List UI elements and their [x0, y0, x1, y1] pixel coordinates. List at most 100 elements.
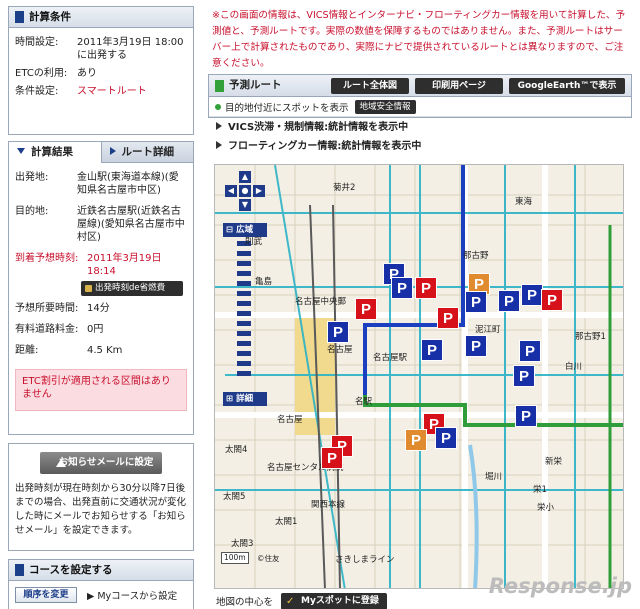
- map-label: 太閤5: [223, 492, 246, 502]
- pan-center-button[interactable]: ●: [239, 185, 251, 197]
- course-header: コースを設定する: [9, 560, 193, 581]
- conditions-title: 計算条件: [29, 11, 71, 23]
- etc-row: ETCの利用: あり: [9, 67, 193, 80]
- map-label: 太閤1: [275, 517, 298, 527]
- map-label: 栄1: [533, 485, 547, 495]
- map-label: 亀島: [255, 277, 273, 287]
- print-page-button[interactable]: 印刷用ページ: [415, 78, 503, 94]
- watermark-logo: Response.jp: [488, 574, 632, 598]
- dest-label: 目的地:: [15, 206, 49, 217]
- change-order-button[interactable]: 順序を変更: [15, 587, 77, 603]
- map-copyright: ©住友: [257, 554, 280, 563]
- floating-car-link[interactable]: フローティングカー情報:統計情報を表示中: [208, 137, 632, 156]
- left-column: 計算条件 時間設定: 2011年3月19日 18:00 に出発する ETCの利用…: [8, 6, 194, 609]
- parking-marker-icon[interactable]: P: [415, 277, 437, 299]
- dest-row: 目的地: 近鉄名古屋駅(近鉄名古屋線)(愛知県名古屋市中村区): [9, 205, 193, 244]
- pan-up-button[interactable]: ▲: [239, 171, 251, 183]
- map-label: さきしまライン: [335, 555, 395, 565]
- route-map[interactable]: ▲ ◀ ● ▶ ▼ ⊟ 広域 ⊞ 詳細 菊井2 那古野 名古屋中央郵 名古屋 名…: [214, 164, 624, 589]
- google-earth-button[interactable]: GoogleEarth™で表示: [509, 78, 625, 94]
- parking-marker-icon[interactable]: P: [405, 429, 427, 451]
- parking-marker-icon[interactable]: P: [541, 289, 563, 311]
- arrival-label: 到着予想時刻:: [15, 253, 79, 264]
- parking-marker-icon[interactable]: P: [391, 277, 413, 299]
- etc-value: あり: [77, 68, 97, 79]
- map-label: 則武: [245, 237, 263, 247]
- time-row: 時間設定: 2011年3月19日 18:00 に出発する: [9, 36, 193, 62]
- parking-marker-icon[interactable]: P: [435, 427, 457, 449]
- route-panel: 予測ルート ルート全体図 印刷用ページ GoogleEarth™で表示 目的地付…: [208, 74, 632, 118]
- origin-label: 出発地:: [15, 172, 49, 183]
- vics-link[interactable]: VICS渋滞・規制情報:統計情報を表示中: [208, 118, 632, 137]
- parking-marker-icon[interactable]: P: [513, 365, 535, 387]
- cond-label: 条件設定:: [15, 86, 59, 97]
- parking-marker-icon[interactable]: P: [519, 340, 541, 362]
- map-label: 那古野: [463, 251, 489, 261]
- spot-row: 目的地付近にスポットを表示 地域安全情報: [209, 97, 631, 117]
- etc-label: ETCの利用:: [15, 68, 68, 79]
- parking-marker-icon[interactable]: P: [465, 291, 487, 313]
- dest-value: 近鉄名古屋駅(近鉄名古屋線)(愛知県名古屋市中村区): [77, 206, 185, 243]
- map-label: 新栄: [545, 457, 563, 467]
- map-label: 栄小: [537, 503, 555, 513]
- result-panel: 出発地: 金山駅(東海道本線)(愛知県名古屋市中区) 目的地: 近鉄名古屋駅(近…: [8, 163, 194, 435]
- route-title: 予測ルート: [229, 79, 282, 91]
- pan-left-button[interactable]: ◀: [225, 185, 237, 197]
- triangle-right-icon: [109, 147, 116, 155]
- parking-marker-icon[interactable]: P: [521, 284, 543, 306]
- arrival-value: 2011年3月19日 18:14: [87, 253, 162, 277]
- zoom-slider[interactable]: [237, 241, 251, 381]
- duration-label: 予想所要時間:: [15, 303, 79, 314]
- fuel-save-button[interactable]: 出発時刻de省燃費: [81, 281, 183, 296]
- arrival-row: 到着予想時刻: 2011年3月19日 18:14: [9, 252, 193, 278]
- header-bar-icon: [215, 80, 224, 92]
- route-overview-button[interactable]: ルート全体図: [331, 78, 409, 94]
- route-header: 予測ルート ルート全体図 印刷用ページ GoogleEarth™で表示: [209, 75, 631, 97]
- triangle-right-icon: [216, 141, 222, 149]
- map-label: 堀川: [485, 472, 503, 482]
- cond-value: スマートルート: [77, 86, 147, 97]
- triangle-down-icon: [17, 148, 25, 154]
- parking-marker-icon[interactable]: P: [355, 298, 377, 320]
- parking-marker-icon[interactable]: P: [515, 405, 537, 427]
- safety-info-button[interactable]: 地域安全情報: [354, 99, 416, 114]
- notify-text: 出発時刻が現在時刻から30分以降7日後までの場合、出発直前に交通状況が変化した時…: [15, 483, 187, 536]
- toll-row: 有料道路料金: 0円: [9, 323, 193, 336]
- right-column: ※この画面の情報は、VICS情報とインターナビ・フローティングカー情報を用いて計…: [208, 6, 632, 609]
- origin-row: 出発地: 金山駅(東海道本線)(愛知県名古屋市中区): [9, 171, 193, 197]
- mycourse-link[interactable]: ▶ Myコースから設定: [87, 588, 177, 602]
- notify-mail-button[interactable]: お知らせメールに設定: [40, 452, 162, 474]
- map-label: 太閤4: [225, 445, 248, 455]
- parking-marker-icon[interactable]: P: [321, 447, 343, 469]
- pan-down-button[interactable]: ▼: [239, 199, 251, 211]
- time-value: 2011年3月19日 18:00 に出発する: [77, 37, 184, 61]
- cond-row: 条件設定: スマートルート: [9, 85, 193, 98]
- parking-marker-icon[interactable]: P: [465, 335, 487, 357]
- triangle-right-icon: [216, 122, 222, 130]
- parking-marker-icon[interactable]: P: [421, 339, 443, 361]
- map-label: 那古野1: [575, 332, 606, 342]
- map-label: 名古屋中央郵: [295, 297, 347, 307]
- spot-text[interactable]: 目的地付近にスポットを表示: [225, 100, 349, 114]
- distance-value: 4.5 Km: [87, 345, 123, 356]
- spot-dot-icon: [215, 103, 221, 110]
- parking-marker-icon[interactable]: P: [327, 321, 349, 343]
- conditions-panel: 計算条件 時間設定: 2011年3月19日 18:00 に出発する ETCの利用…: [8, 6, 194, 135]
- pan-right-button[interactable]: ▶: [253, 185, 265, 197]
- tab-route-detail[interactable]: ルート詳細: [101, 142, 193, 163]
- tab-result[interactable]: 計算結果: [9, 142, 102, 163]
- register-myspot-button[interactable]: Myスポットに登録: [281, 592, 387, 609]
- header-bar-icon: [15, 564, 24, 576]
- course-body: 順序を変更 ▶ Myコースから設定: [9, 581, 193, 609]
- toll-value: 0円: [87, 324, 104, 335]
- etc-notice: ETC割引が適用される区間はありません: [15, 369, 187, 411]
- result-tabs: 計算結果 ルート詳細: [8, 141, 194, 163]
- disclaimer-notice: ※この画面の情報は、VICS情報とインターナビ・フローティングカー情報を用いて計…: [212, 10, 626, 69]
- parking-marker-icon[interactable]: P: [498, 290, 520, 312]
- notify-panel: お知らせメールに設定 出発時刻が現在時刻から30分以降7日後までの場合、出発直前…: [8, 443, 194, 551]
- conditions-header: 計算条件: [9, 7, 193, 28]
- zoom-in-button[interactable]: ⊞ 詳細: [223, 392, 267, 406]
- course-title: コースを設定する: [29, 564, 113, 576]
- duration-row: 予想所要時間: 14分: [9, 302, 193, 315]
- parking-marker-icon[interactable]: P: [437, 307, 459, 329]
